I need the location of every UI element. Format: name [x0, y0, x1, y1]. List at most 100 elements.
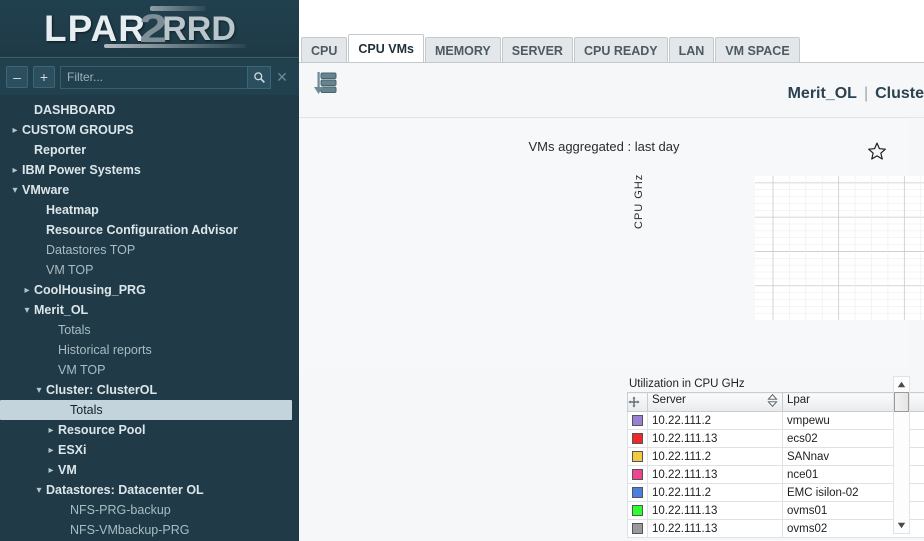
chevron-right-icon[interactable] — [44, 465, 58, 476]
series-color-swatch — [627, 519, 648, 538]
tab-memory[interactable]: MEMORY — [424, 37, 501, 63]
sidebar-item-ibm-power-systems[interactable]: IBM Power Systems — [0, 160, 299, 180]
breadcrumb-separator: | — [863, 85, 869, 102]
sidebar-item-vm-top[interactable]: VM TOP — [0, 260, 299, 280]
vertical-scrollbar[interactable] — [893, 376, 910, 534]
chevron-right-icon[interactable] — [8, 125, 22, 136]
sidebar-item-reporter[interactable]: Reporter — [0, 140, 299, 160]
cell-server: 10.22.111.13 — [647, 519, 783, 538]
tab-cpu-ready[interactable]: CPU READY — [573, 37, 668, 63]
breadcrumb: Merit_OL | Cluste — [788, 85, 924, 103]
sidebar-item-coolhousing-prg[interactable]: CoolHousing_PRG — [0, 280, 299, 300]
utilization-table-panel: Utilization in CPU GHz ServerLparAvrgMax… — [627, 378, 924, 538]
tab-server[interactable]: SERVER — [501, 37, 573, 63]
sidebar-item-datastores-top[interactable]: Datastores TOP — [0, 240, 299, 260]
tab-bar: CPU CPU VMs MEMORY SERVER CPU READY LAN VM SPA… — [299, 0, 924, 63]
chevron-right-icon[interactable] — [44, 425, 58, 436]
sidebar-item-resource-pool[interactable]: Resource Pool — [0, 420, 299, 440]
sidebar-item-nfs-prg-backup[interactable]: NFS-PRG-backup — [0, 500, 299, 520]
breadcrumb-item-cluster[interactable]: Cluste — [875, 85, 924, 102]
cell-server: 10.22.111.2 — [647, 483, 783, 502]
search-icon[interactable] — [247, 65, 271, 89]
content-area: CPU CPU VMs MEMORY SERVER CPU READY LAN VM SPA… — [299, 0, 924, 541]
expand-all-button[interactable]: + — [33, 66, 55, 88]
column-header-label: Lpar — [787, 394, 811, 406]
navigation-tree: DASHBOARD CUSTOM GROUPS Reporter IBM Power … — [0, 96, 299, 541]
tab-strip: CPU CPU VMs MEMORY SERVER CPU READY LAN VM SPA… — [301, 34, 801, 63]
table-row[interactable]: 10.22.111.2SANnav3.543.98 — [627, 447, 924, 466]
tab-vm-space[interactable]: VM SPACE — [715, 37, 800, 63]
chevron-down-icon[interactable] — [32, 485, 46, 496]
chevron-down-icon[interactable] — [32, 385, 46, 396]
sidebar-item-nfs-vmbackup-prg[interactable]: NFS-VMbackup-PRG — [0, 520, 299, 540]
sidebar-item-label: Historical reports — [58, 343, 152, 357]
scroll-up-icon[interactable] — [894, 377, 909, 392]
chevron-right-icon[interactable] — [20, 285, 34, 296]
table-row[interactable]: 10.22.111.13nce012.763.58 — [627, 465, 924, 484]
sidebar-item-label: VM — [58, 463, 77, 477]
table-row[interactable]: 10.22.111.13ovms021.862.80 — [627, 519, 924, 538]
breadcrumb-item-root[interactable]: Merit_OL — [788, 85, 857, 102]
sidebar-item-label: Cluster: ClusterOL — [46, 383, 158, 397]
sidebar-item-label: VM TOP — [58, 363, 106, 377]
sidebar-item-label: Totals — [58, 323, 91, 337]
chart-y-axis-label: CPU GHz — [633, 173, 645, 229]
filter-input[interactable] — [60, 65, 248, 89]
table-row[interactable]: 10.22.111.2vmpewu0.504.59 — [627, 411, 924, 430]
app-logo[interactable]: LPAR 2 RRD — [0, 0, 299, 58]
sidebar-item-vmware[interactable]: VMware — [0, 180, 299, 200]
sidebar-item-datastores-datacenter-ol[interactable]: Datastores: Datacenter OL — [0, 480, 299, 500]
series-color-swatch — [627, 501, 648, 520]
scroll-down-icon[interactable] — [894, 518, 909, 533]
series-color-swatch — [627, 429, 648, 448]
cell-server: 10.22.111.13 — [647, 465, 783, 484]
sidebar-item-label: ESXi — [58, 443, 87, 457]
table-caption: Utilization in CPU GHz — [629, 378, 745, 390]
chevron-down-icon[interactable] — [8, 185, 22, 196]
sidebar-item-totals[interactable]: Totals — [0, 320, 299, 340]
series-color-swatch — [627, 411, 648, 430]
collapse-all-button[interactable]: – — [6, 66, 28, 88]
table-row[interactable]: 10.22.111.13ecs024.414.50 — [627, 429, 924, 448]
scrollbar-thumb[interactable] — [894, 392, 909, 412]
sidebar-item-label: VM TOP — [46, 263, 94, 277]
sidebar-item-historical-reports[interactable]: Historical reports — [0, 340, 299, 360]
tab-cpu[interactable]: CPU — [301, 37, 348, 63]
chevron-right-icon[interactable] — [44, 445, 58, 456]
sidebar-item-heatmap[interactable]: Heatmap — [0, 200, 299, 220]
sidebar-item-esxi[interactable]: ESXi — [0, 440, 299, 460]
chart-title: VMs aggregated : last day — [528, 139, 680, 154]
sidebar-item-label: Totals — [70, 403, 103, 417]
utilization-table: ServerLparAvrgMax 10.22.111.2vmpewu0.504… — [627, 392, 924, 538]
series-color-swatch — [627, 483, 648, 502]
cell-server: 10.22.111.2 — [647, 447, 783, 466]
sidebar-item-resource-configuration-advisor[interactable]: Resource Configuration Advisor — [0, 220, 299, 240]
sidebar-item-cluster-clusterol[interactable]: Cluster: ClusterOL — [0, 380, 299, 400]
tab-cpu-vms[interactable]: CPU VMs — [348, 34, 424, 63]
chevron-right-icon[interactable] — [8, 165, 22, 176]
sidebar-item-dashboard[interactable]: DASHBOARD — [0, 100, 299, 120]
sidebar-item-label: CoolHousing_PRG — [34, 283, 146, 297]
table-row[interactable]: 10.22.111.13ovms011.912.81 — [627, 501, 924, 520]
column-header-server[interactable]: Server — [647, 392, 783, 412]
sidebar-toggle-icon[interactable] — [310, 69, 340, 99]
sidebar-item-merit-ol[interactable]: Merit_OL — [0, 300, 299, 320]
close-icon[interactable]: ✕ — [271, 69, 293, 86]
favorite-star-icon[interactable] — [867, 141, 887, 161]
move-columns-icon[interactable] — [627, 392, 648, 412]
sidebar-item-vm[interactable]: VM — [0, 460, 299, 480]
sidebar-item-vm-top[interactable]: VM TOP — [0, 360, 299, 380]
chart-panel: VMs aggregated : last day CPU GHz — [299, 119, 924, 369]
sort-inactive-icon[interactable] — [767, 394, 778, 410]
table-header-row: ServerLparAvrgMax — [627, 392, 924, 412]
sidebar-item-totals[interactable]: Totals — [0, 400, 292, 420]
cell-server: 10.22.111.2 — [647, 411, 783, 430]
chevron-down-icon[interactable] — [20, 305, 34, 316]
chart-plot — [695, 164, 924, 344]
sidebar-item-custom-groups[interactable]: CUSTOM GROUPS — [0, 120, 299, 140]
tab-lan[interactable]: LAN — [668, 37, 715, 63]
table-row[interactable]: 10.22.111.2EMC isilon-022.873.01 — [627, 483, 924, 502]
page-subheader: Merit_OL | Cluste — [299, 63, 924, 118]
sidebar-item-label: IBM Power Systems — [22, 163, 141, 177]
sidebar: LPAR 2 RRD – + ✕ DASHBOARD CUSTOM GROUPS R… — [0, 0, 299, 541]
